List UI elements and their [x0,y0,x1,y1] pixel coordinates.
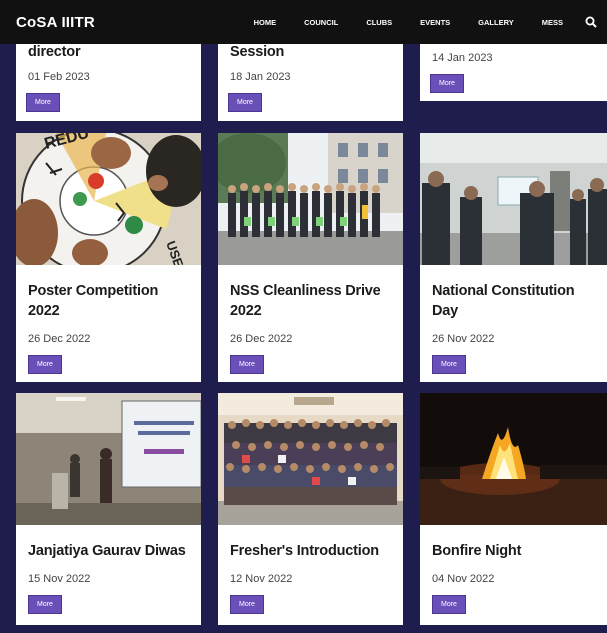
card-date: 01 Feb 2023 [28,71,90,83]
more-button[interactable]: More [228,93,262,112]
navbar: CoSA IIITR HOME COUNCIL CLUBS EVENTS GAL… [0,0,607,44]
card-date: 26 Nov 2022 [432,333,495,345]
events-grid: director 01 Feb 2023 More Session 18 Jan… [0,0,607,633]
event-image [218,133,403,265]
event-image [16,393,201,525]
card-title: NSS Cleanliness Drive 2022 [230,283,381,319]
event-image [420,393,607,525]
nav-item-home[interactable]: HOME [254,18,277,27]
event-card[interactable]: Janjatiya Gaurav Diwas 15 Nov 2022 More [16,393,201,625]
event-card[interactable]: Fresher's Introduction 12 Nov 2022 More [218,393,403,625]
card-title: Bonfire Night [432,543,522,559]
event-image: REDU USE [16,133,201,265]
nav-item-mess[interactable]: MESS [542,18,563,27]
card-title: National Constitution Day [432,283,575,319]
more-button[interactable]: More [28,355,62,374]
more-button[interactable]: More [28,595,62,614]
search-icon[interactable] [585,16,597,28]
event-image [218,393,403,525]
card-title: Fresher's Introduction [230,543,379,559]
event-card[interactable]: REDU USE Poster Competition 2022 26 Dec … [16,133,201,382]
nav-item-council[interactable]: COUNCIL [304,18,338,27]
card-title: director [28,44,81,60]
nav-item-events[interactable]: EVENTS [420,18,450,27]
more-button[interactable]: More [432,355,466,374]
more-button[interactable]: More [230,355,264,374]
event-card[interactable]: National Constitution Day 26 Nov 2022 Mo… [420,133,607,382]
event-image [420,133,607,265]
card-title: Poster Competition 2022 [28,283,159,319]
more-button[interactable]: More [430,74,464,93]
card-date: 18 Jan 2023 [230,71,291,83]
card-date: 26 Dec 2022 [28,333,91,345]
brand-logo[interactable]: CoSA IIITR [16,14,95,31]
card-date: 14 Jan 2023 [432,52,493,64]
event-card[interactable]: Bonfire Night 04 Nov 2022 More [420,393,607,625]
nav-menu: HOME COUNCIL CLUBS EVENTS GALLERY MESS [254,16,597,28]
more-button[interactable]: More [26,93,60,112]
more-button[interactable]: More [432,595,466,614]
card-date: 04 Nov 2022 [432,573,495,585]
more-button[interactable]: More [230,595,264,614]
event-card[interactable]: NSS Cleanliness Drive 2022 26 Dec 2022 M… [218,133,403,382]
card-date: 26 Dec 2022 [230,333,293,345]
nav-item-gallery[interactable]: GALLERY [478,18,514,27]
nav-item-clubs[interactable]: CLUBS [366,18,392,27]
card-title: Session [230,44,285,60]
card-date: 15 Nov 2022 [28,573,91,585]
card-date: 12 Nov 2022 [230,573,293,585]
card-title: Janjatiya Gaurav Diwas [28,543,186,559]
